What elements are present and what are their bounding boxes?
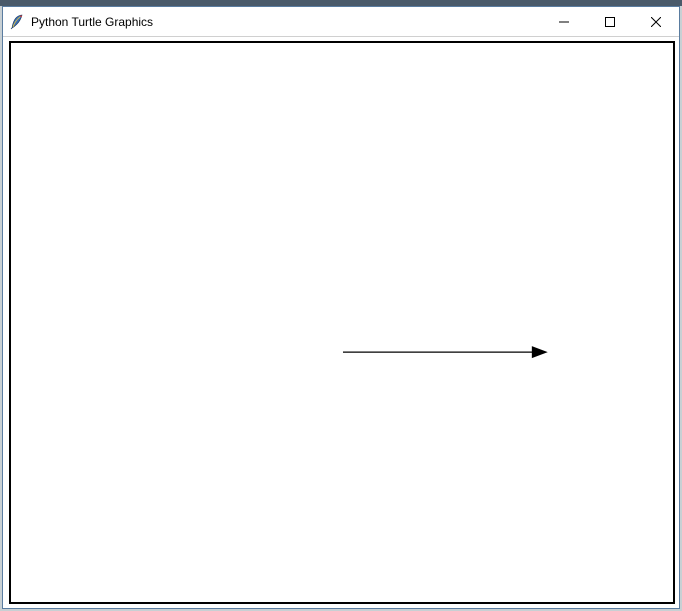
maximize-button[interactable] <box>587 7 633 36</box>
maximize-icon <box>605 17 615 27</box>
app-window: Python Turtle Graphics <box>2 6 680 609</box>
turtle-canvas <box>11 43 673 601</box>
canvas-frame <box>9 41 675 604</box>
turtle-cursor-icon <box>532 346 548 358</box>
close-icon <box>651 17 661 27</box>
titlebar[interactable]: Python Turtle Graphics <box>3 7 679 37</box>
close-button[interactable] <box>633 7 679 36</box>
minimize-button[interactable] <box>541 7 587 36</box>
window-title: Python Turtle Graphics <box>31 15 153 29</box>
window-controls <box>541 7 679 36</box>
tk-feather-icon <box>9 14 25 30</box>
content-area <box>3 37 679 608</box>
minimize-icon <box>559 17 569 27</box>
